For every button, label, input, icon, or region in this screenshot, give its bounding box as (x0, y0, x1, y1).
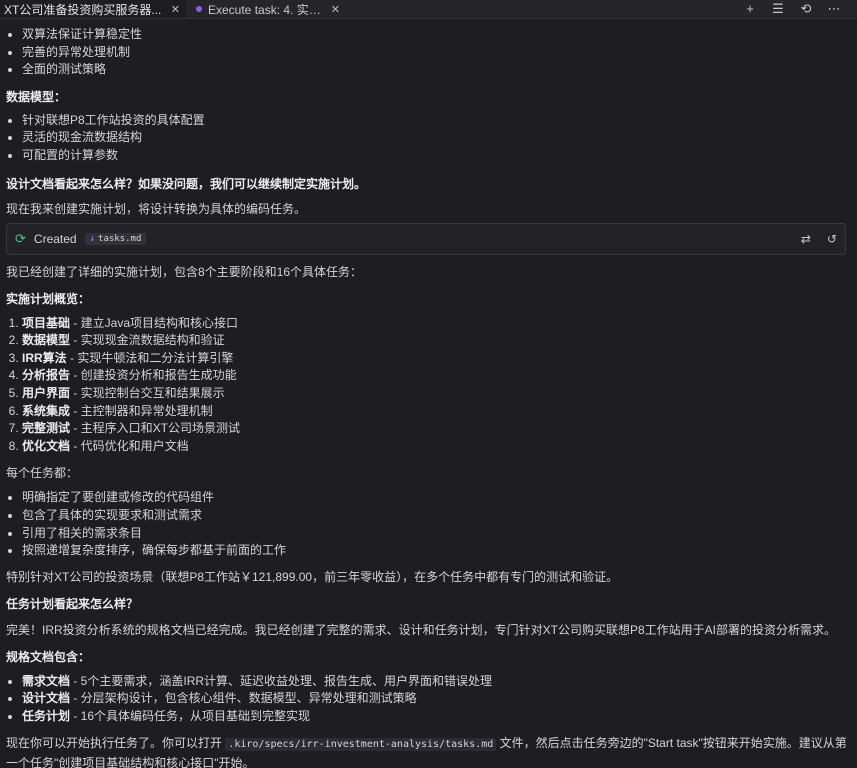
new-tab-icon[interactable]: + (743, 1, 757, 17)
list-item: 完善的异常处理机制 (22, 44, 847, 62)
file-created-icon: ⟳ (15, 230, 26, 246)
list-item: 包含了具体的实现要求和测试需求 (22, 507, 847, 525)
list-item: 引用了相关的需求条目 (22, 525, 847, 543)
phase-name: 项目基础 (22, 315, 71, 330)
list-item: 针对联想P8工作站投资的具体配置 (22, 112, 847, 130)
spec-desc: - 16个具体编码任务，从项目基础到完整实现 (70, 708, 311, 723)
spec-name: 设计文档 (22, 691, 71, 706)
tab-title: XT公司准备投资购买服务器... (4, 2, 162, 17)
list-item: 需求文档 - 5个主要需求，涵盖IRR计算、延迟收益处理、报告生成、用户界面和错… (22, 673, 847, 691)
history-icon[interactable]: ⟲ (799, 1, 813, 17)
phase-desc: - 建立Java项目结构和核心接口 (70, 315, 239, 330)
spec-heading: 规格文档包含： (6, 649, 91, 664)
markdown-icon: ↓ (89, 233, 96, 244)
tasks-file-path[interactable]: .kiro/specs/irr-investment-analysis/task… (225, 738, 497, 752)
create-plan-text: 现在我来创建实施计划，将设计转换为具体的编码任务。 (6, 201, 307, 216)
phase-name: 系统集成 (22, 403, 71, 418)
task-question: 任务计划看起来怎么样？ (6, 596, 139, 611)
spec-desc: - 5个主要需求，涵盖IRR计算、延迟收益处理、报告生成、用户界面和错误处理 (70, 673, 493, 688)
file-chip[interactable]: ↓ tasks.md (84, 232, 147, 245)
phase-name: 完整测试 (22, 421, 71, 436)
phase-desc: - 代码优化和用户文档 (70, 438, 189, 453)
phase-desc: - 实现牛顿法和二分法计算引擎 (66, 350, 234, 365)
phase-desc: - 主控制器和异常处理机制 (70, 403, 213, 418)
list-item: 用户界面 - 实现控制台交互和结果展示 (22, 385, 847, 403)
created-label: Created (33, 231, 77, 246)
open-diff-icon[interactable]: ⇄ (801, 232, 811, 246)
plan-intro: 我已经创建了详细的实施计划，包含8个主要阶段和16个具体任务： (6, 264, 363, 279)
final-instruction: 现在你可以开始执行任务了。你可以打开 .kiro/specs/irr-inves… (6, 734, 847, 768)
spec-list: 需求文档 - 5个主要需求，涵盖IRR计算、延迟收益处理、报告生成、用户界面和错… (6, 673, 847, 726)
tab-bar: XT公司准备投资购买服务器... ✕ Execute task: 4. 实现投.… (0, 0, 857, 19)
list-item: 完整测试 - 主程序入口和XT公司场景测试 (22, 420, 847, 438)
card-actions: ⇄ ↺ (801, 232, 837, 246)
list-item: 明确指定了要创建或修改的代码组件 (22, 489, 847, 507)
list-item: 任务计划 - 16个具体编码任务，从项目基础到完整实现 (22, 708, 847, 726)
list-icon[interactable]: ☰ (771, 1, 785, 17)
final-text-before: 现在你可以开始执行任务了。你可以打开 (6, 736, 226, 751)
list-item: 设计文档 - 分层架构设计，包含核心组件、数据模型、异常处理和测试策略 (22, 690, 847, 708)
data-model-heading: 数据模型： (6, 89, 67, 104)
phase-name: 分析报告 (22, 368, 71, 383)
tab-execute-task[interactable]: Execute task: 4. 实现投... ✕ (186, 0, 346, 18)
phase-name: 优化文档 (22, 438, 71, 453)
status-dot-icon (196, 6, 202, 12)
list-item: 分析报告 - 创建投资分析和报告生成功能 (22, 367, 847, 385)
phase-desc: - 实现控制台交互和结果展示 (70, 385, 225, 400)
data-model-list: 针对联想P8工作站投资的具体配置 灵活的现金流数据结构 可配置的计算参数 (6, 112, 847, 165)
phase-name: IRR算法 (22, 350, 67, 365)
design-question: 设计文档看起来怎么样？如果没问题，我们可以继续制定实施计划。 (6, 176, 367, 191)
close-icon[interactable]: ✕ (331, 3, 340, 16)
phase-desc: - 实现现金流数据结构和验证 (70, 333, 225, 348)
special-note: 特别针对XT公司的投资场景（联想P8工作站￥121,899.00，前三年零收益）… (6, 569, 619, 584)
list-item: 优化文档 - 代码优化和用户文档 (22, 438, 847, 456)
chat-content[interactable]: 双算法保证计算稳定性 完善的异常处理机制 全面的测试策略 数据模型： 针对联想P… (0, 18, 857, 768)
task-properties-list: 明确指定了要创建或修改的代码组件 包含了具体的实现要求和测试需求 引用了相关的需… (6, 489, 847, 559)
complete-message: 完美！IRR投资分析系统的规格文档已经完成。我已经创建了完整的需求、设计和任务计… (6, 622, 837, 637)
phase-desc: - 创建投资分析和报告生成功能 (70, 368, 237, 383)
list-item: 系统集成 - 主控制器和异常处理机制 (22, 403, 847, 421)
plan-overview-heading: 实施计划概览： (6, 291, 91, 306)
phase-name: 用户界面 (22, 385, 71, 400)
feature-list: 双算法保证计算稳定性 完善的异常处理机制 全面的测试策略 (6, 26, 847, 79)
tab-title: Execute task: 4. 实现投... (208, 2, 325, 17)
tab-actions: + ☰ ⟲ ⋯ (743, 1, 857, 17)
created-file-card[interactable]: ⟳ Created ↓ tasks.md ⇄ ↺ (6, 222, 846, 255)
phase-name: 数据模型 (22, 333, 71, 348)
list-item: 按照递增复杂度排序，确保每步都基于前面的工作 (22, 542, 847, 560)
phase-list: 项目基础 - 建立Java项目结构和核心接口 数据模型 - 实现现金流数据结构和… (6, 315, 847, 456)
list-item: 全面的测试策略 (22, 61, 847, 79)
list-item: 项目基础 - 建立Java项目结构和核心接口 (22, 315, 847, 333)
spec-name: 需求文档 (22, 673, 71, 688)
list-item: IRR算法 - 实现牛顿法和二分法计算引擎 (22, 350, 847, 368)
revert-icon[interactable]: ↺ (827, 232, 837, 246)
tab-chat-1[interactable]: XT公司准备投资购买服务器... ✕ (0, 0, 186, 18)
each-task-text: 每个任务都： (6, 466, 79, 481)
list-item: 灵活的现金流数据结构 (22, 129, 847, 147)
list-item: 可配置的计算参数 (22, 147, 847, 165)
list-item: 数据模型 - 实现现金流数据结构和验证 (22, 332, 847, 350)
close-icon[interactable]: ✕ (171, 3, 180, 16)
list-item: 双算法保证计算稳定性 (22, 26, 847, 44)
file-name: tasks.md (98, 233, 142, 244)
more-icon[interactable]: ⋯ (827, 1, 841, 17)
spec-desc: - 分层架构设计，包含核心组件、数据模型、异常处理和测试策略 (70, 691, 417, 706)
phase-desc: - 主程序入口和XT公司场景测试 (70, 421, 241, 436)
spec-name: 任务计划 (22, 708, 71, 723)
